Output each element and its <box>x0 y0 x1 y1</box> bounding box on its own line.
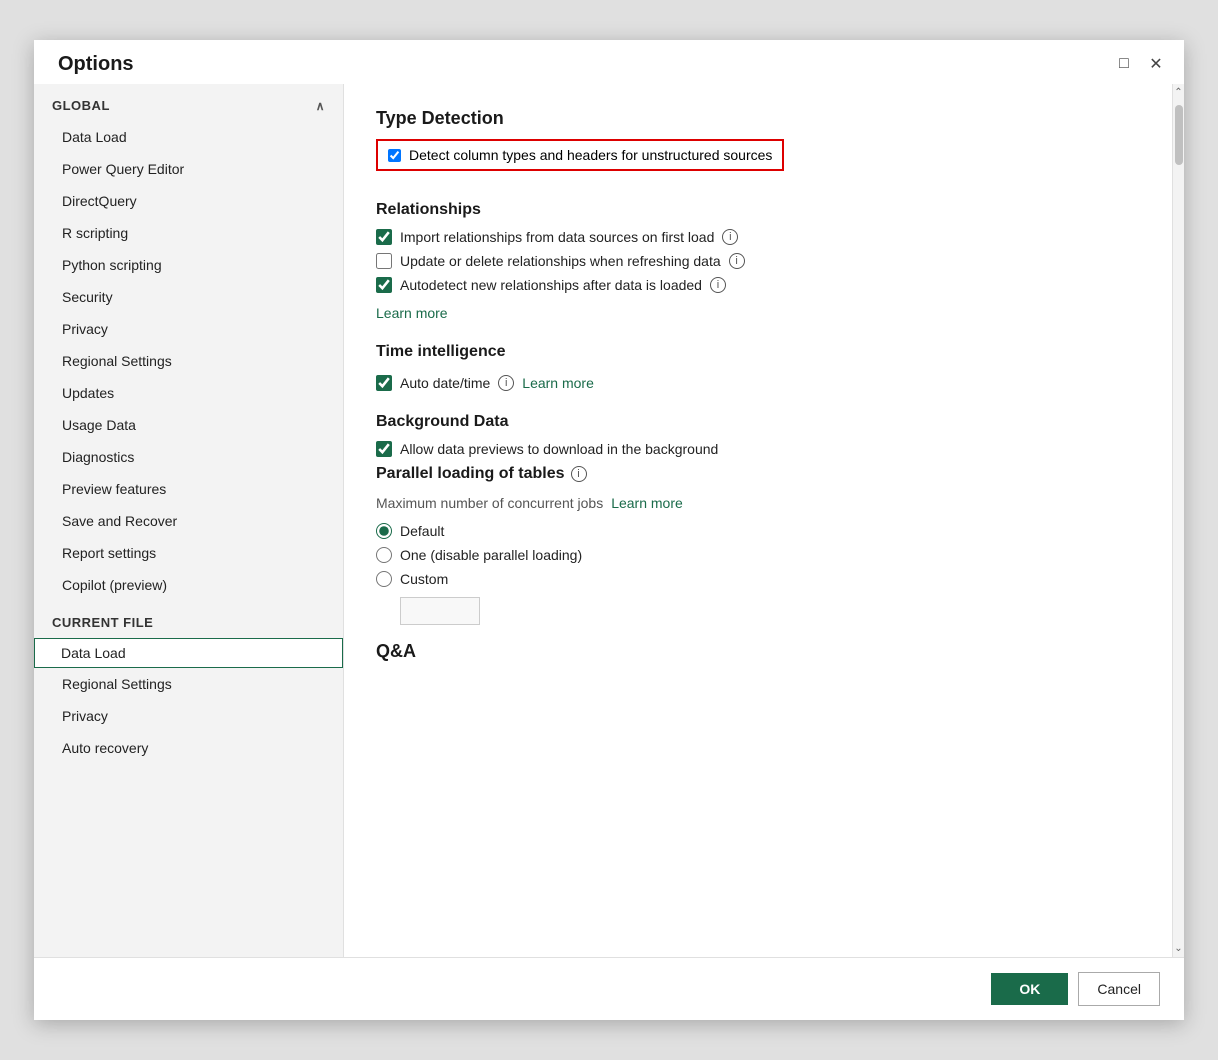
import-relationships-row: Import relationships from data sources o… <box>376 229 1140 245</box>
detect-column-types-checkbox[interactable] <box>388 149 401 162</box>
sidebar-item-r-scripting[interactable]: R scripting <box>34 217 343 249</box>
sidebar-item-current-privacy[interactable]: Privacy <box>34 700 343 732</box>
sidebar-item-report-settings[interactable]: Report settings <box>34 537 343 569</box>
import-relationships-info-icon[interactable]: i <box>722 229 738 245</box>
allow-previews-checkbox[interactable] <box>376 441 392 457</box>
global-chevron-icon: ∧ <box>316 99 325 113</box>
parallel-loading-subtext: Maximum number of concurrent jobs Learn … <box>376 491 1140 515</box>
autodetect-relationships-checkbox[interactable] <box>376 277 392 293</box>
parallel-custom-row: Custom <box>376 571 1140 587</box>
content-area: Type Detection Detect column types and h… <box>344 84 1184 957</box>
content-panel: Type Detection Detect column types and h… <box>344 84 1172 957</box>
update-relationships-row: Update or delete relationships when refr… <box>376 253 1140 269</box>
time-intelligence-learn-more[interactable]: Learn more <box>522 375 594 391</box>
sidebar-item-updates[interactable]: Updates <box>34 377 343 409</box>
qa-title: Q&A <box>376 641 1140 662</box>
cancel-button[interactable]: Cancel <box>1078 972 1160 1006</box>
background-data-section: Background Data Allow data previews to d… <box>376 413 1140 457</box>
parallel-loading-section: Parallel loading of tables i Maximum num… <box>376 465 1140 625</box>
detect-column-types-row: Detect column types and headers for unst… <box>376 139 784 171</box>
time-intelligence-title: Time intelligence <box>376 343 1140 361</box>
sidebar-item-python-scripting[interactable]: Python scripting <box>34 249 343 281</box>
parallel-loading-learn-more[interactable]: Learn more <box>611 495 683 511</box>
parallel-default-radio[interactable] <box>376 523 392 539</box>
sidebar-item-security[interactable]: Security <box>34 281 343 313</box>
sidebar-item-privacy[interactable]: Privacy <box>34 313 343 345</box>
global-label: GLOBAL <box>52 98 110 113</box>
parallel-custom-radio[interactable] <box>376 571 392 587</box>
close-button[interactable]: ✕ <box>1144 52 1168 76</box>
relationships-learn-more[interactable]: Learn more <box>376 305 448 321</box>
scroll-down-icon[interactable]: ⌄ <box>1173 940 1184 957</box>
sidebar-item-current-regional[interactable]: Regional Settings <box>34 668 343 700</box>
parallel-default-label: Default <box>400 523 444 539</box>
scroll-thumb[interactable] <box>1175 105 1183 165</box>
import-relationships-checkbox[interactable] <box>376 229 392 245</box>
parallel-custom-label: Custom <box>400 571 448 587</box>
auto-datetime-info-icon[interactable]: i <box>498 375 514 391</box>
max-concurrent-label: Maximum number of concurrent jobs <box>376 495 603 511</box>
scroll-up-icon[interactable]: ⌃ <box>1173 84 1184 101</box>
sidebar: GLOBAL ∧ Data Load Power Query Editor Di… <box>34 84 344 957</box>
allow-previews-label: Allow data previews to download in the b… <box>400 441 718 457</box>
parallel-custom-input[interactable] <box>400 597 480 625</box>
time-intelligence-section: Time intelligence Auto date/time i Learn… <box>376 343 1140 395</box>
title-bar: Options □ ✕ <box>34 40 1184 84</box>
sidebar-item-current-data-load[interactable]: Data Load <box>34 638 343 668</box>
dialog-body: GLOBAL ∧ Data Load Power Query Editor Di… <box>34 84 1184 957</box>
sidebar-item-copilot[interactable]: Copilot (preview) <box>34 569 343 601</box>
sidebar-item-current-auto-recovery[interactable]: Auto recovery <box>34 732 343 764</box>
maximize-button[interactable]: □ <box>1112 52 1136 76</box>
dialog-footer: OK Cancel <box>34 957 1184 1020</box>
sidebar-item-preview-features[interactable]: Preview features <box>34 473 343 505</box>
type-detection-section: Type Detection Detect column types and h… <box>376 108 1140 183</box>
import-relationships-label: Import relationships from data sources o… <box>400 229 714 245</box>
relationships-title: Relationships <box>376 201 1140 219</box>
parallel-loading-info-icon[interactable]: i <box>571 466 587 482</box>
sidebar-item-directquery[interactable]: DirectQuery <box>34 185 343 217</box>
parallel-default-row: Default <box>376 523 1140 539</box>
background-data-title: Background Data <box>376 413 1140 431</box>
autodetect-relationships-info-icon[interactable]: i <box>710 277 726 293</box>
current-file-section-header: CURRENT FILE <box>34 601 343 638</box>
sidebar-item-power-query-editor[interactable]: Power Query Editor <box>34 153 343 185</box>
autodetect-relationships-label: Autodetect new relationships after data … <box>400 277 702 293</box>
window-controls: □ ✕ <box>1112 52 1168 76</box>
sidebar-item-regional-settings[interactable]: Regional Settings <box>34 345 343 377</box>
content-scrollbar[interactable]: ⌃ ⌄ <box>1172 84 1184 957</box>
update-relationships-label: Update or delete relationships when refr… <box>400 253 721 269</box>
parallel-one-radio[interactable] <box>376 547 392 563</box>
auto-datetime-checkbox[interactable] <box>376 375 392 391</box>
sidebar-item-save-recover[interactable]: Save and Recover <box>34 505 343 537</box>
sidebar-item-data-load[interactable]: Data Load <box>34 121 343 153</box>
autodetect-relationships-row: Autodetect new relationships after data … <box>376 277 1140 293</box>
parallel-one-label: One (disable parallel loading) <box>400 547 582 563</box>
sidebar-item-diagnostics[interactable]: Diagnostics <box>34 441 343 473</box>
update-relationships-checkbox[interactable] <box>376 253 392 269</box>
auto-datetime-label: Auto date/time <box>400 375 490 391</box>
detect-column-types-label: Detect column types and headers for unst… <box>409 147 772 163</box>
update-relationships-info-icon[interactable]: i <box>729 253 745 269</box>
allow-previews-row: Allow data previews to download in the b… <box>376 441 1140 457</box>
dialog-title: Options <box>58 53 134 76</box>
type-detection-title: Type Detection <box>376 108 1140 129</box>
parallel-one-row: One (disable parallel loading) <box>376 547 1140 563</box>
auto-datetime-row: Auto date/time i Learn more <box>376 371 1140 395</box>
relationships-section: Relationships Import relationships from … <box>376 201 1140 325</box>
parallel-loading-header: Parallel loading of tables i <box>376 465 1140 483</box>
qa-section: Q&A <box>376 641 1140 662</box>
ok-button[interactable]: OK <box>991 973 1068 1005</box>
global-section-header: GLOBAL ∧ <box>34 84 343 121</box>
parallel-loading-title: Parallel loading of tables <box>376 465 565 483</box>
sidebar-item-usage-data[interactable]: Usage Data <box>34 409 343 441</box>
current-file-label: CURRENT FILE <box>52 615 153 630</box>
options-dialog: Options □ ✕ GLOBAL ∧ Data Load Power Que… <box>34 40 1184 1020</box>
